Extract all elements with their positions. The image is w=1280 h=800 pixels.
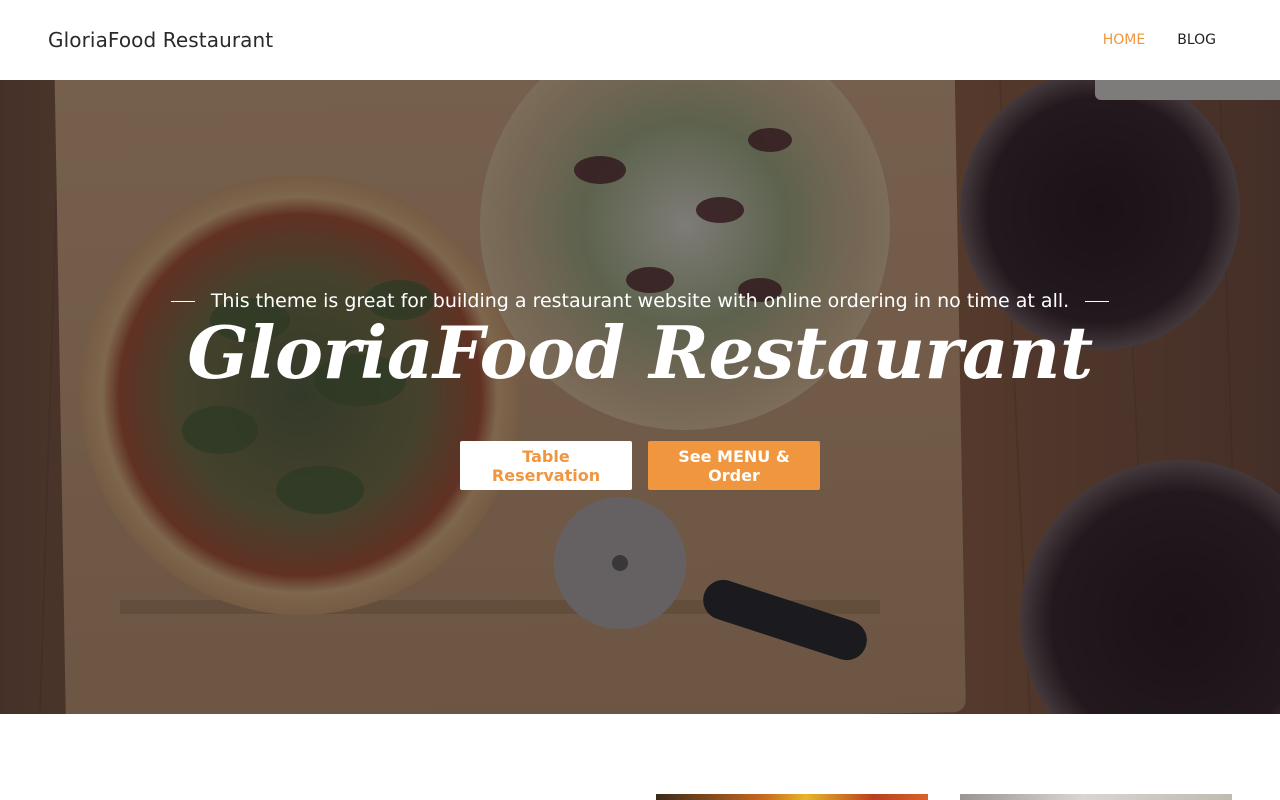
nav-blog-link[interactable]: BLOG (1177, 32, 1216, 48)
hero-title: GloriaFood Restaurant (187, 310, 1093, 395)
see-menu-order-button[interactable]: See MENU & Order (648, 441, 820, 490)
hero-section: This theme is great for building a resta… (0, 80, 1280, 714)
table-reservation-button[interactable]: Table Reservation (460, 441, 632, 490)
food-thumbnail-image (656, 794, 928, 800)
hero-tagline: This theme is great for building a resta… (210, 290, 1070, 312)
hero-content: This theme is great for building a resta… (0, 80, 1280, 714)
hero-buttons: Table Reservation See MENU & Order (0, 441, 1280, 490)
tagline-left-dash (170, 300, 195, 302)
nav-home-link[interactable]: HOME (1103, 32, 1145, 48)
dish-thumbnail-image (960, 794, 1232, 800)
tagline-right-dash (1085, 300, 1110, 302)
site-header: GloriaFood Restaurant HOME BLOG (0, 0, 1280, 80)
site-brand[interactable]: GloriaFood Restaurant (48, 28, 273, 52)
main-nav: HOME BLOG (1103, 32, 1216, 48)
content-section (0, 714, 1280, 800)
